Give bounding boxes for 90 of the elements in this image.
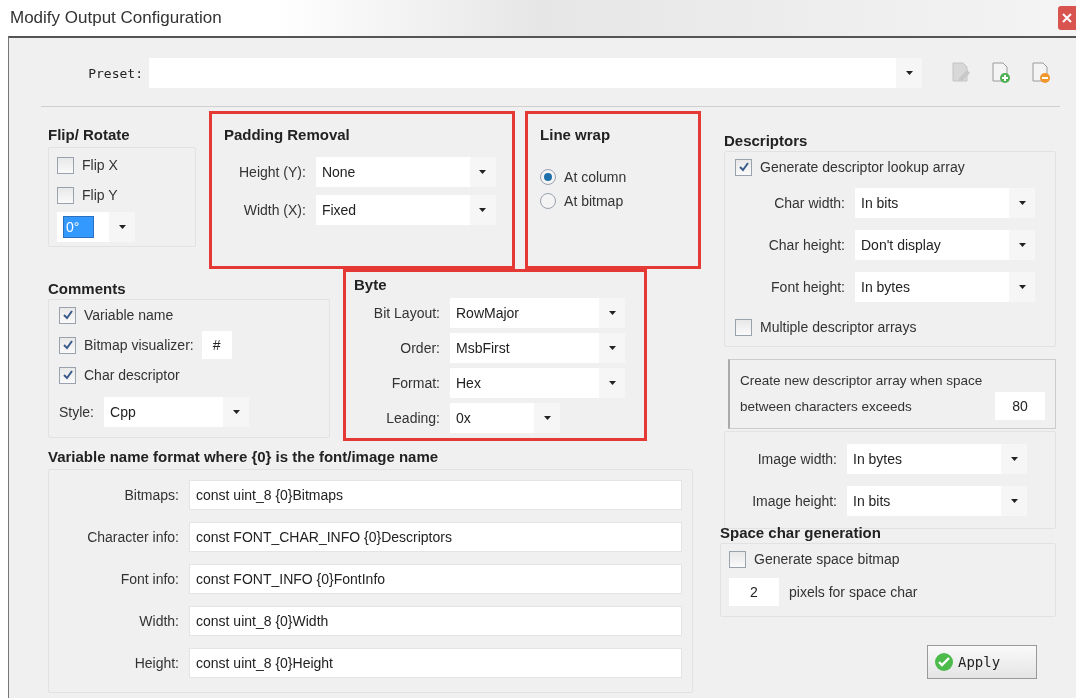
field-label: Font height: bbox=[770, 279, 845, 295]
threshold-field[interactable]: 80 bbox=[995, 392, 1045, 420]
apply-button[interactable]: Apply bbox=[927, 645, 1037, 679]
preset-label: Preset: bbox=[87, 65, 143, 81]
field-label: Format: bbox=[390, 375, 440, 392]
field-label: Image height: bbox=[751, 493, 837, 509]
checkbox[interactable] bbox=[729, 550, 746, 568]
close-button[interactable] bbox=[1058, 6, 1076, 30]
caret-icon bbox=[1010, 457, 1018, 461]
check-icon bbox=[934, 652, 954, 672]
caret-icon bbox=[608, 345, 616, 350]
edit-page-icon[interactable] bbox=[950, 62, 972, 84]
caret-icon bbox=[608, 310, 616, 315]
caret-icon bbox=[608, 381, 616, 386]
add-page-icon[interactable] bbox=[990, 62, 1012, 84]
radio-button[interactable] bbox=[540, 169, 557, 185]
checkbox[interactable] bbox=[735, 158, 752, 176]
checkbox-label: Flip X bbox=[82, 157, 118, 173]
field-label: Width: bbox=[138, 613, 179, 629]
text-field[interactable]: const FONT_CHAR_INFO {0}Descriptors bbox=[189, 522, 682, 552]
remove-page-icon[interactable] bbox=[1030, 62, 1052, 84]
close-icon bbox=[1062, 13, 1072, 23]
caret-icon bbox=[1010, 499, 1018, 503]
checkbox-label: Flip Y bbox=[82, 187, 118, 203]
field-label: Character info: bbox=[86, 529, 179, 545]
checkbox[interactable] bbox=[59, 366, 76, 384]
dropdown[interactable]: In bits bbox=[855, 188, 1035, 218]
group-title: Variable name format where {0} is the font/image name bbox=[48, 448, 440, 465]
field-label: Bit Layout: bbox=[372, 304, 440, 321]
field-label: Height (Y): bbox=[238, 164, 306, 180]
text-field[interactable]: const FONT_INFO {0}FontInfo bbox=[189, 564, 682, 594]
field-label: Image width: bbox=[756, 451, 837, 467]
caret-icon bbox=[479, 170, 487, 174]
caret-icon bbox=[232, 410, 240, 414]
caret-icon bbox=[1018, 201, 1026, 205]
dropdown[interactable]: None bbox=[315, 157, 496, 187]
dropdown[interactable]: In bytes bbox=[855, 272, 1035, 302]
field-label: Order: bbox=[399, 339, 440, 356]
dropdown[interactable]: Don't display bbox=[855, 230, 1035, 260]
group-title: Line wrap bbox=[540, 126, 612, 143]
text-field[interactable]: const uint_8 {0}Height bbox=[189, 648, 682, 678]
field-label: Leading: bbox=[385, 410, 440, 427]
caret-icon bbox=[905, 71, 913, 75]
checkbox[interactable] bbox=[59, 306, 76, 324]
field-label: Bitmaps: bbox=[123, 487, 179, 503]
visualizer-char-field[interactable]: # bbox=[201, 331, 232, 359]
group-title: Space char generation bbox=[720, 524, 882, 541]
group-title: Descriptors bbox=[724, 132, 809, 149]
field-label: Height: bbox=[133, 655, 179, 671]
group-title: Byte bbox=[354, 276, 388, 293]
field-label: pixels for space char bbox=[789, 584, 918, 600]
checkbox-label: Generate space bitmap bbox=[754, 551, 900, 567]
dropdown[interactable]: Cpp bbox=[104, 397, 249, 427]
caret-icon bbox=[479, 208, 487, 212]
caret-icon bbox=[1018, 285, 1026, 289]
dropdown[interactable]: 0x bbox=[450, 403, 560, 434]
dropdown[interactable]: Fixed bbox=[315, 195, 496, 225]
checkbox[interactable] bbox=[57, 186, 74, 204]
checkbox-label: Char descriptor bbox=[84, 367, 180, 383]
threshold-text: Create new descriptor array when space between characters exceeds bbox=[740, 372, 984, 416]
field-label: Char height: bbox=[767, 237, 845, 253]
text-field[interactable]: const uint_8 {0}Bitmaps bbox=[189, 480, 682, 510]
dropdown[interactable]: MsbFirst bbox=[450, 332, 625, 363]
field-label: Font info: bbox=[119, 571, 179, 587]
radio-label: At bitmap bbox=[564, 193, 624, 209]
checkbox-label: Multiple descriptor arrays bbox=[760, 319, 917, 335]
field-label: Char width: bbox=[773, 195, 845, 211]
checkbox-label: Variable name bbox=[84, 307, 174, 323]
field-label: Width (X): bbox=[242, 202, 306, 218]
radio-button[interactable] bbox=[540, 193, 557, 209]
checkbox-label: Generate descriptor lookup array bbox=[760, 159, 965, 175]
caret-icon bbox=[543, 416, 551, 421]
radio-label: At column bbox=[564, 169, 627, 185]
group-title: Comments bbox=[48, 280, 127, 297]
window-title: Modify Output Configuration bbox=[10, 8, 222, 28]
dropdown[interactable]: RowMajor bbox=[450, 297, 625, 328]
dropdown[interactable]: In bits bbox=[847, 486, 1027, 516]
caret-icon bbox=[1018, 243, 1026, 247]
checkbox[interactable] bbox=[59, 336, 76, 354]
checkbox[interactable] bbox=[57, 156, 74, 174]
checkbox[interactable] bbox=[735, 318, 752, 336]
checkbox-label: Bitmap visualizer: bbox=[84, 337, 194, 353]
caret-icon bbox=[118, 225, 126, 229]
field-label: Style: bbox=[59, 404, 94, 420]
group-title: Padding Removal bbox=[223, 126, 351, 143]
dropdown[interactable]: Hex bbox=[450, 368, 625, 399]
group-title: Flip/ Rotate bbox=[48, 126, 131, 143]
pixels-field[interactable]: 2 bbox=[729, 578, 779, 606]
dropdown[interactable]: In bytes bbox=[847, 444, 1027, 474]
text-field[interactable]: const uint_8 {0}Width bbox=[189, 606, 682, 636]
